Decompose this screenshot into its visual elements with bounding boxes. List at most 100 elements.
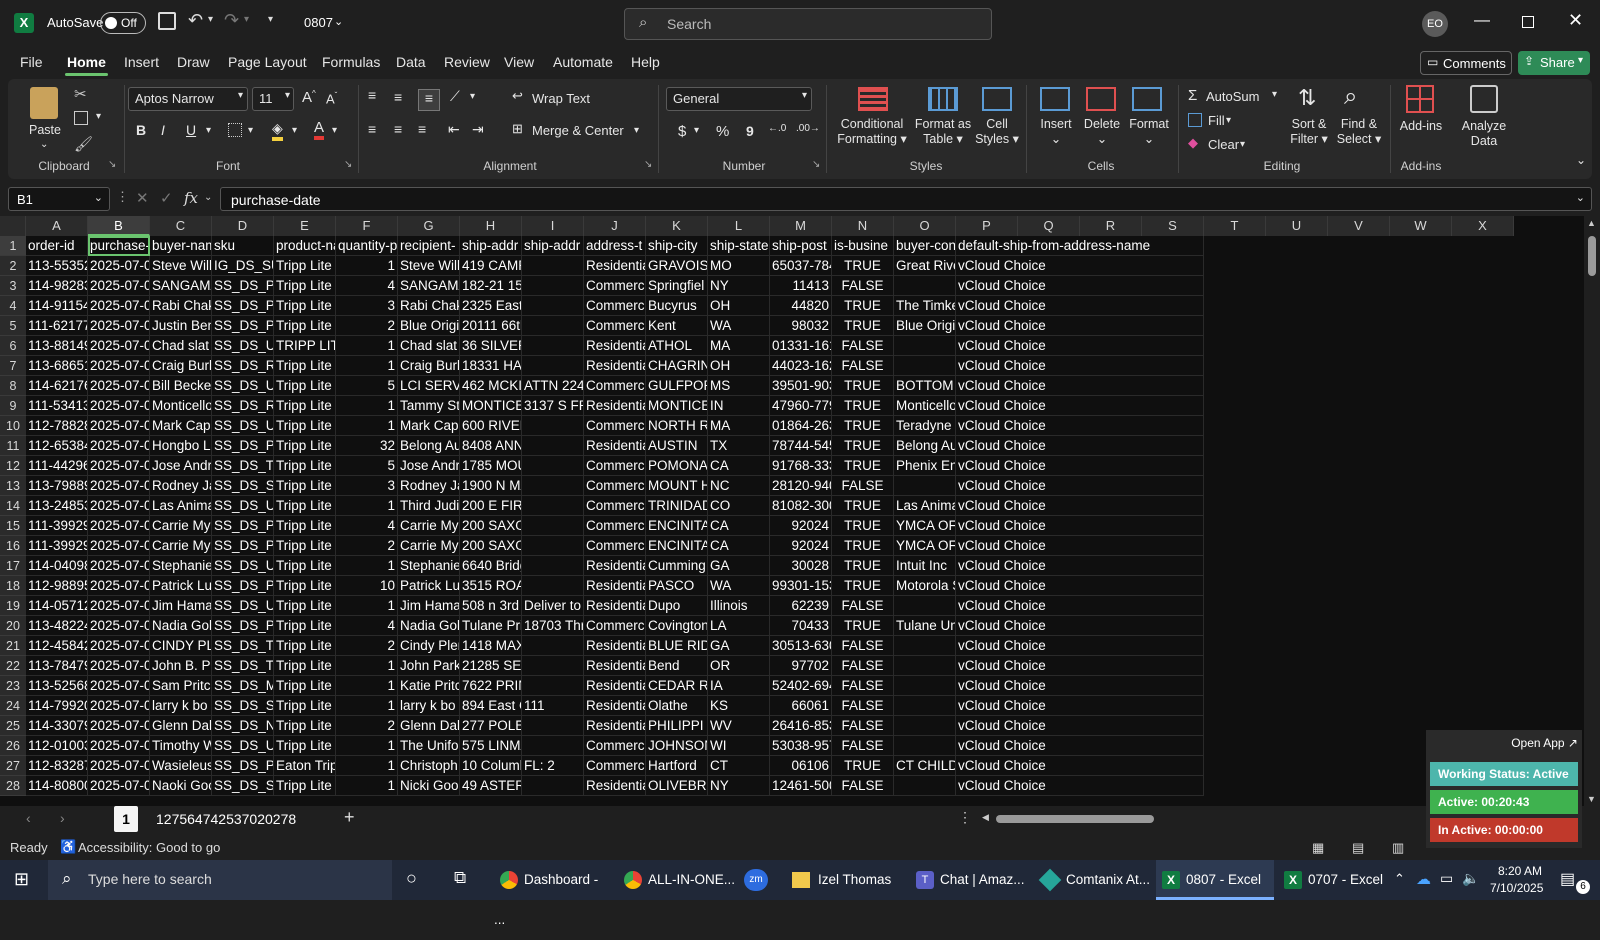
- cell-m4[interactable]: 44820: [770, 296, 832, 316]
- cell-d21[interactable]: SS_DS_TR: [212, 636, 274, 656]
- cell-p4[interactable]: vCloud Choice: [956, 296, 1204, 316]
- cell-g4[interactable]: Rabi Chak: [398, 296, 460, 316]
- tab-automate[interactable]: Automate: [553, 54, 613, 70]
- cell-l19[interactable]: Illinois: [708, 596, 770, 616]
- minimize-icon[interactable]: —: [1474, 12, 1490, 30]
- paste-button[interactable]: Paste: [26, 123, 64, 138]
- tab-page-layout[interactable]: Page Layout: [228, 54, 307, 70]
- cell-e11[interactable]: Tripp Lite I: [274, 436, 336, 456]
- cell-p26[interactable]: vCloud Choice: [956, 736, 1204, 756]
- prev-sheet-icon[interactable]: ‹: [26, 810, 31, 826]
- cell-d7[interactable]: SS_DS_RB: [212, 356, 274, 376]
- row-header-1[interactable]: 1: [0, 236, 26, 256]
- row-header-23[interactable]: 23: [0, 676, 26, 696]
- cell-h14[interactable]: 200 E FIRST ST RM 30: [460, 496, 522, 516]
- cell-n24[interactable]: FALSE: [832, 696, 894, 716]
- cell-c14[interactable]: Las Anima: [150, 496, 212, 516]
- cell-m7[interactable]: 44023-162: [770, 356, 832, 376]
- normal-view-icon[interactable]: ▦: [1312, 840, 1324, 856]
- cell-p21[interactable]: vCloud Choice: [956, 636, 1204, 656]
- cell-n26[interactable]: FALSE: [832, 736, 894, 756]
- cell-o26[interactable]: [894, 736, 956, 756]
- row-header-28[interactable]: 28: [0, 776, 26, 796]
- cell-f15[interactable]: 4: [336, 516, 398, 536]
- row-header-20[interactable]: 20: [0, 616, 26, 636]
- cell-h5[interactable]: 20111 66th Ave S: [460, 316, 522, 336]
- borders-chevron-icon[interactable]: ▾: [248, 125, 253, 136]
- cell-p27[interactable]: vCloud Choice: [956, 756, 1204, 776]
- cell-h15[interactable]: 200 SAXONY ROAD: [460, 516, 522, 536]
- increase-font-icon[interactable]: A^: [302, 89, 316, 106]
- cell-i10[interactable]: [522, 416, 584, 436]
- paste-chevron-icon[interactable]: ⌄: [40, 139, 48, 150]
- cell-b28[interactable]: 2025-07-0: [88, 776, 150, 796]
- tab-formulas[interactable]: Formulas: [322, 54, 380, 70]
- add-sheet-icon[interactable]: +: [344, 807, 355, 828]
- cell-j19[interactable]: Residentia: [584, 596, 646, 616]
- cell-h25[interactable]: 277 POLECAT HOLLOW RD: [460, 716, 522, 736]
- cell-m10[interactable]: 01864-263: [770, 416, 832, 436]
- cell-h19[interactable]: 508 n 3rd: [460, 596, 522, 616]
- cell-c13[interactable]: Rodney Ja: [150, 476, 212, 496]
- cell-b18[interactable]: 2025-07-0: [88, 576, 150, 596]
- autosum-chevron-icon[interactable]: ▾: [1272, 89, 1277, 100]
- cell-m19[interactable]: 62239: [770, 596, 832, 616]
- save-icon[interactable]: [158, 12, 176, 30]
- cell-h3[interactable]: 182-21 150th Avenue: [460, 276, 522, 296]
- fill-icon[interactable]: [1188, 113, 1202, 127]
- cell-f19[interactable]: 1: [336, 596, 398, 616]
- cell-n9[interactable]: TRUE: [832, 396, 894, 416]
- cell-j5[interactable]: Commerci: [584, 316, 646, 336]
- cell-h21[interactable]: 1418 MAXWELL RD: [460, 636, 522, 656]
- tab-draw[interactable]: Draw: [177, 54, 210, 70]
- cell-g13[interactable]: Rodney Ja: [398, 476, 460, 496]
- cell-g27[interactable]: Christoph: [398, 756, 460, 776]
- cell-m1[interactable]: ship-post: [770, 236, 832, 256]
- cell-l12[interactable]: CA: [708, 456, 770, 476]
- wrap-text-button[interactable]: Wrap Text: [532, 91, 590, 106]
- cell-f21[interactable]: 2: [336, 636, 398, 656]
- cell-g11[interactable]: Belong Au: [398, 436, 460, 456]
- cell-g3[interactable]: SANGAMA: [398, 276, 460, 296]
- cell-c26[interactable]: Timothy W: [150, 736, 212, 756]
- row-header-3[interactable]: 3: [0, 276, 26, 296]
- find-select-button[interactable]: Find & Select ▾: [1334, 117, 1384, 147]
- row-header-14[interactable]: 14: [0, 496, 26, 516]
- cell-j7[interactable]: Residentia: [584, 356, 646, 376]
- sort-filter-button[interactable]: Sort & Filter ▾: [1286, 117, 1332, 147]
- cell-o18[interactable]: Motorola S: [894, 576, 956, 596]
- cell-l1[interactable]: ship-state: [708, 236, 770, 256]
- cell-e23[interactable]: Tripp Lite I: [274, 676, 336, 696]
- cell-f23[interactable]: 1: [336, 676, 398, 696]
- cell-f1[interactable]: quantity-p: [336, 236, 398, 256]
- cell-k16[interactable]: ENCINITAS: [646, 536, 708, 556]
- cell-j23[interactable]: Residentia: [584, 676, 646, 696]
- clear-chevron-icon[interactable]: ▾: [1240, 139, 1245, 150]
- cell-m28[interactable]: 12461-500: [770, 776, 832, 796]
- cell-l8[interactable]: MS: [708, 376, 770, 396]
- cell-e21[interactable]: Tripp Lite I: [274, 636, 336, 656]
- cell-l20[interactable]: LA: [708, 616, 770, 636]
- cell-d12[interactable]: SS_DS_TLN: [212, 456, 274, 476]
- accessibility-status[interactable]: Accessibility: Good to go: [78, 840, 220, 855]
- cell-e3[interactable]: Tripp Lite I: [274, 276, 336, 296]
- cell-n15[interactable]: TRUE: [832, 516, 894, 536]
- cell-d4[interactable]: SS_DS_P13: [212, 296, 274, 316]
- analyze-data-button[interactable]: Analyze Data: [1458, 119, 1510, 149]
- cell-i15[interactable]: [522, 516, 584, 536]
- cell-o8[interactable]: BOTTOM L: [894, 376, 956, 396]
- cell-i23[interactable]: [522, 676, 584, 696]
- cell-d1[interactable]: sku: [212, 236, 274, 256]
- cell-b20[interactable]: 2025-07-0: [88, 616, 150, 636]
- cell-j14[interactable]: Commerci: [584, 496, 646, 516]
- cell-g26[interactable]: The Unifor: [398, 736, 460, 756]
- cell-p18[interactable]: vCloud Choice: [956, 576, 1204, 596]
- taskbar-app-file-explorer[interactable]: Izel Thomas: [784, 860, 904, 900]
- row-header-15[interactable]: 15: [0, 516, 26, 536]
- cell-b22[interactable]: 2025-07-0: [88, 656, 150, 676]
- cell-a23[interactable]: 113-52568: [26, 676, 88, 696]
- spreadsheet-grid[interactable]: ABCDEFGHIJKLMNOPQRSTUVWX 1 2 3 4 5 6 7 8 9 10 11 12…: [0, 216, 1600, 806]
- cell-d6[interactable]: SS_DS_UL2: [212, 336, 274, 356]
- cell-b19[interactable]: 2025-07-0: [88, 596, 150, 616]
- cell-h11[interactable]: 8408 ANNALISE DR UI: [460, 436, 522, 456]
